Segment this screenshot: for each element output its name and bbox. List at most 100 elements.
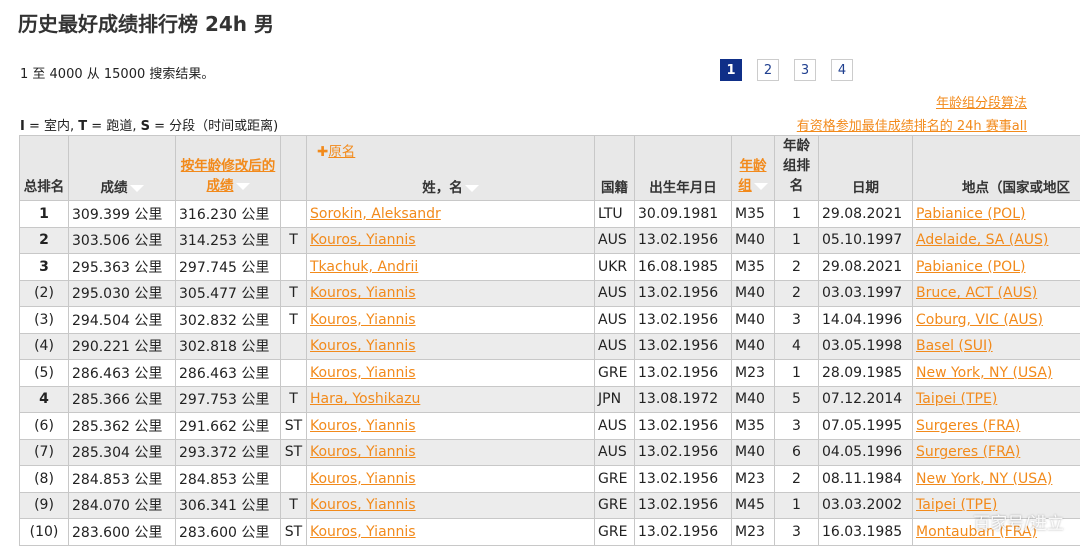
nationality-cell: AUS (594, 306, 635, 334)
header-nat[interactable]: 国籍 (594, 135, 635, 201)
location-link[interactable]: Coburg, VIC (AUS) (916, 312, 1043, 328)
athlete-name-link[interactable]: Hara, Yoshikazu (310, 391, 420, 407)
dob-cell: 13.02.1956 (634, 412, 732, 440)
header-age-rank[interactable]: 年龄组排名 (774, 135, 819, 201)
age-graded-cell: 284.853 公里 (175, 465, 281, 493)
header-dob[interactable]: 出生年月日 (634, 135, 732, 201)
header-age-group[interactable]: 年龄组 (731, 135, 775, 201)
table-row: (2) 295.030 公里 305.477 公里 T Kouros, Yiannis A… (19, 279, 1080, 307)
watermark: 百家号/进立 (973, 514, 1064, 534)
sort-arrow-icon[interactable] (464, 184, 479, 192)
performance-cell: 284.070 公里 (68, 491, 176, 519)
nationality-cell: AUS (594, 412, 635, 440)
page-button-2[interactable]: 2 (757, 59, 779, 81)
age-rank-cell: 1 (774, 226, 819, 254)
location-link[interactable]: Bruce, ACT (AUS) (916, 285, 1037, 301)
location-link[interactable]: Adelaide, SA (AUS) (916, 232, 1048, 248)
age-rank-cell: 4 (774, 332, 819, 360)
age-group-cell: M40 (731, 226, 775, 254)
page-button-1[interactable]: 1 (720, 59, 742, 81)
athlete-name-link[interactable]: Kouros, Yiannis (310, 497, 416, 513)
performance-cell: 283.600 公里 (68, 518, 176, 546)
age-grading-link[interactable]: 年龄组分段算法 (797, 92, 1027, 115)
header-row: 总排名 成绩 按年龄修改后的成绩 ✚原名 姓，名 国籍 出生年月日 年龄组 年龄… (19, 135, 1080, 201)
athlete-name-link[interactable]: Kouros, Yiannis (310, 418, 416, 434)
date-cell: 03.03.1997 (818, 279, 913, 307)
dob-cell: 13.02.1956 (634, 438, 732, 466)
performance-cell: 286.463 公里 (68, 359, 176, 387)
athlete-name-link[interactable]: Sorokin, Aleksandr (310, 206, 441, 222)
location-link[interactable]: New York, NY (USA) (916, 365, 1052, 381)
location-link[interactable]: Surgeres (FRA) (916, 418, 1020, 434)
header-location[interactable]: 地点（国家或地区 (912, 135, 1080, 201)
location-cell: Bruce, ACT (AUS) (912, 279, 1080, 307)
location-link[interactable]: Surgeres (FRA) (916, 444, 1020, 460)
legend-t-key: T (78, 119, 88, 134)
performance-cell: 284.853 公里 (68, 465, 176, 493)
athlete-name-link[interactable]: Kouros, Yiannis (310, 471, 416, 487)
header-performance[interactable]: 成绩 (68, 135, 176, 201)
athlete-name-cell: Kouros, Yiannis (306, 412, 595, 440)
table-row: (7) 285.304 公里 293.372 公里 ST Kouros, Yiannis… (19, 438, 1080, 466)
athlete-name-link[interactable]: Tkachuk, Andrii (310, 259, 418, 275)
age-group-cell: M35 (731, 412, 775, 440)
flag-cell (280, 253, 307, 281)
athlete-name-cell: Tkachuk, Andrii (306, 253, 595, 281)
dob-cell: 13.08.1972 (634, 385, 732, 413)
age-group-cell: M23 (731, 359, 775, 387)
location-link[interactable]: Taipei (TPE) (916, 391, 997, 407)
performance-cell: 294.504 公里 (68, 306, 176, 334)
age-graded-cell: 297.745 公里 (175, 253, 281, 281)
age-rank-cell: 3 (774, 518, 819, 546)
athlete-name-link[interactable]: Kouros, Yiannis (310, 232, 416, 248)
header-date[interactable]: 日期 (818, 135, 913, 201)
table-row: 4 285.366 公里 297.753 公里 T Hara, Yoshikazu JPN… (19, 385, 1080, 413)
location-cell: Taipei (TPE) (912, 385, 1080, 413)
athlete-name-link[interactable]: Kouros, Yiannis (310, 338, 416, 354)
location-link[interactable]: Pabianice (POL) (916, 259, 1025, 275)
original-name-toggle[interactable]: ✚原名 (317, 140, 355, 160)
age-rank-cell: 2 (774, 465, 819, 493)
header-age-graded[interactable]: 按年龄修改后的成绩 (175, 135, 281, 201)
flag-cell: T (280, 491, 307, 519)
sort-arrow-icon[interactable] (129, 184, 144, 192)
age-graded-cell: 286.463 公里 (175, 359, 281, 387)
location-link[interactable]: Pabianice (POL) (916, 206, 1025, 222)
date-cell: 14.04.1996 (818, 306, 913, 334)
performance-cell: 285.366 公里 (68, 385, 176, 413)
location-link[interactable]: Basel (SUI) (916, 338, 993, 354)
performance-cell: 303.506 公里 (68, 226, 176, 254)
flag-cell (280, 359, 307, 387)
athlete-name-link[interactable]: Kouros, Yiannis (310, 312, 416, 328)
age-graded-cell: 314.253 公里 (175, 226, 281, 254)
page-button-4[interactable]: 4 (831, 59, 853, 81)
location-cell: Surgeres (FRA) (912, 438, 1080, 466)
sort-arrow-icon[interactable] (753, 182, 768, 190)
header-name[interactable]: ✚原名 姓，名 (306, 135, 595, 201)
performance-cell: 290.221 公里 (68, 332, 176, 360)
date-cell: 07.05.1995 (818, 412, 913, 440)
rank-cell: (5) (19, 359, 69, 387)
location-cell: Surgeres (FRA) (912, 412, 1080, 440)
age-rank-cell: 2 (774, 253, 819, 281)
athlete-name-link[interactable]: Kouros, Yiannis (310, 365, 416, 381)
athlete-name-link[interactable]: Kouros, Yiannis (310, 285, 416, 301)
athlete-name-link[interactable]: Kouros, Yiannis (310, 444, 416, 460)
location-link[interactable]: New York, NY (USA) (916, 471, 1052, 487)
age-group-cell: M40 (731, 306, 775, 334)
location-cell: Pabianice (POL) (912, 200, 1080, 228)
date-cell: 16.03.1985 (818, 518, 913, 546)
age-graded-cell: 302.832 公里 (175, 306, 281, 334)
performance-cell: 295.363 公里 (68, 253, 176, 281)
sort-arrow-icon[interactable] (235, 182, 250, 190)
table-row: (4) 290.221 公里 302.818 公里 Kouros, Yiannis AU… (19, 332, 1080, 360)
athlete-name-link[interactable]: Kouros, Yiannis (310, 524, 416, 540)
page-button-3[interactable]: 3 (794, 59, 816, 81)
flag-cell: ST (280, 438, 307, 466)
table-row: 3 295.363 公里 297.745 公里 Tkachuk, Andrii UKR 1… (19, 253, 1080, 281)
age-group-cell: M23 (731, 465, 775, 493)
header-flag (280, 135, 307, 201)
athlete-name-cell: Kouros, Yiannis (306, 518, 595, 546)
rank-cell: (3) (19, 306, 69, 334)
header-rank[interactable]: 总排名 (19, 135, 69, 201)
